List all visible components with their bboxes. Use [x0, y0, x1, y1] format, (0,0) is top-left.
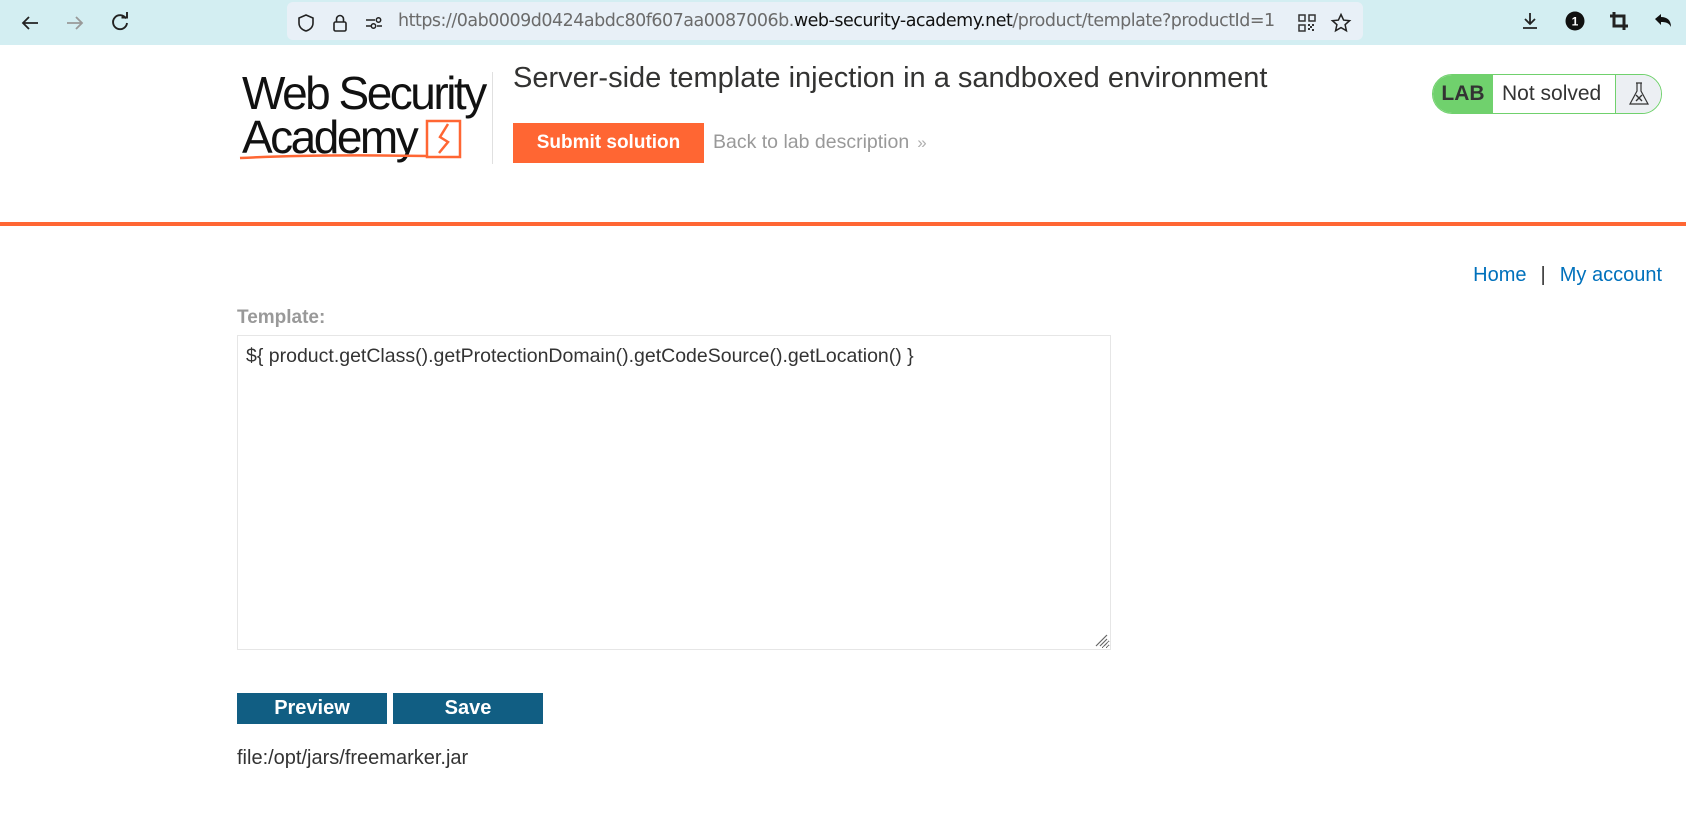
arrow-right-icon — [67, 16, 84, 30]
lab-status-badge: LAB Not solved — [1432, 74, 1662, 114]
submit-solution-button[interactable]: Submit solution — [513, 123, 704, 163]
top-nav: Home | My account — [1473, 264, 1662, 287]
back-link-label: Back to lab description — [713, 131, 910, 153]
template-label: Template: — [237, 307, 326, 328]
flask-icon — [1616, 75, 1661, 113]
download-icon[interactable] — [1517, 8, 1543, 34]
lab-title: Server-side template injection in a sand… — [513, 62, 1268, 94]
back-button[interactable] — [15, 8, 45, 38]
reload-button[interactable] — [105, 8, 135, 38]
reload-icon — [112, 12, 128, 31]
url-domain: web-security-academy.net — [793, 11, 1013, 31]
web-security-academy-logo[interactable]: Web Security Academy — [238, 68, 494, 164]
crop-icon[interactable] — [1606, 8, 1632, 34]
sliders-icon[interactable] — [361, 10, 387, 36]
url-text[interactable]: https://0ab0009d0424abdc80f607aa0087006b… — [398, 11, 1275, 31]
lab-status-text: Not solved — [1493, 75, 1616, 113]
lab-tag: LAB — [1433, 75, 1493, 113]
header-divider — [492, 72, 493, 164]
extension-badge[interactable]: 1 — [1562, 8, 1588, 34]
undo-icon[interactable] — [1650, 8, 1676, 34]
my-account-link[interactable]: My account — [1560, 264, 1662, 286]
template-textarea[interactable]: ${ product.getClass().getProtectionDomai… — [237, 335, 1111, 650]
header-separator — [0, 222, 1686, 226]
shield-icon[interactable] — [293, 10, 319, 36]
browser-toolbar: https://0ab0009d0424abdc80f607aa0087006b… — [0, 0, 1686, 45]
save-button[interactable]: Save — [393, 693, 543, 724]
qr-code-icon[interactable] — [1294, 10, 1320, 36]
lock-icon[interactable] — [327, 10, 353, 36]
double-chevron-right-icon: » — [917, 133, 927, 152]
nav-separator: | — [1540, 264, 1546, 286]
arrow-left-icon — [21, 16, 38, 30]
address-bar[interactable]: https://0ab0009d0424abdc80f607aa0087006b… — [287, 2, 1363, 40]
url-path: /product/template?productId=1 — [1012, 11, 1275, 31]
preview-button[interactable]: Preview — [237, 693, 387, 724]
preview-output: file:/opt/jars/freemarker.jar — [237, 747, 469, 769]
notification-count: 1 — [1572, 15, 1579, 29]
url-prefix: https://0ab0009d0424abdc80f607aa0087006b… — [398, 11, 794, 31]
star-icon[interactable] — [1328, 10, 1354, 36]
logo-bolt-icon — [239, 119, 462, 160]
back-to-lab-description-link[interactable]: Back to lab description » — [713, 131, 927, 154]
home-link[interactable]: Home — [1473, 264, 1526, 286]
forward-button[interactable] — [60, 8, 90, 38]
